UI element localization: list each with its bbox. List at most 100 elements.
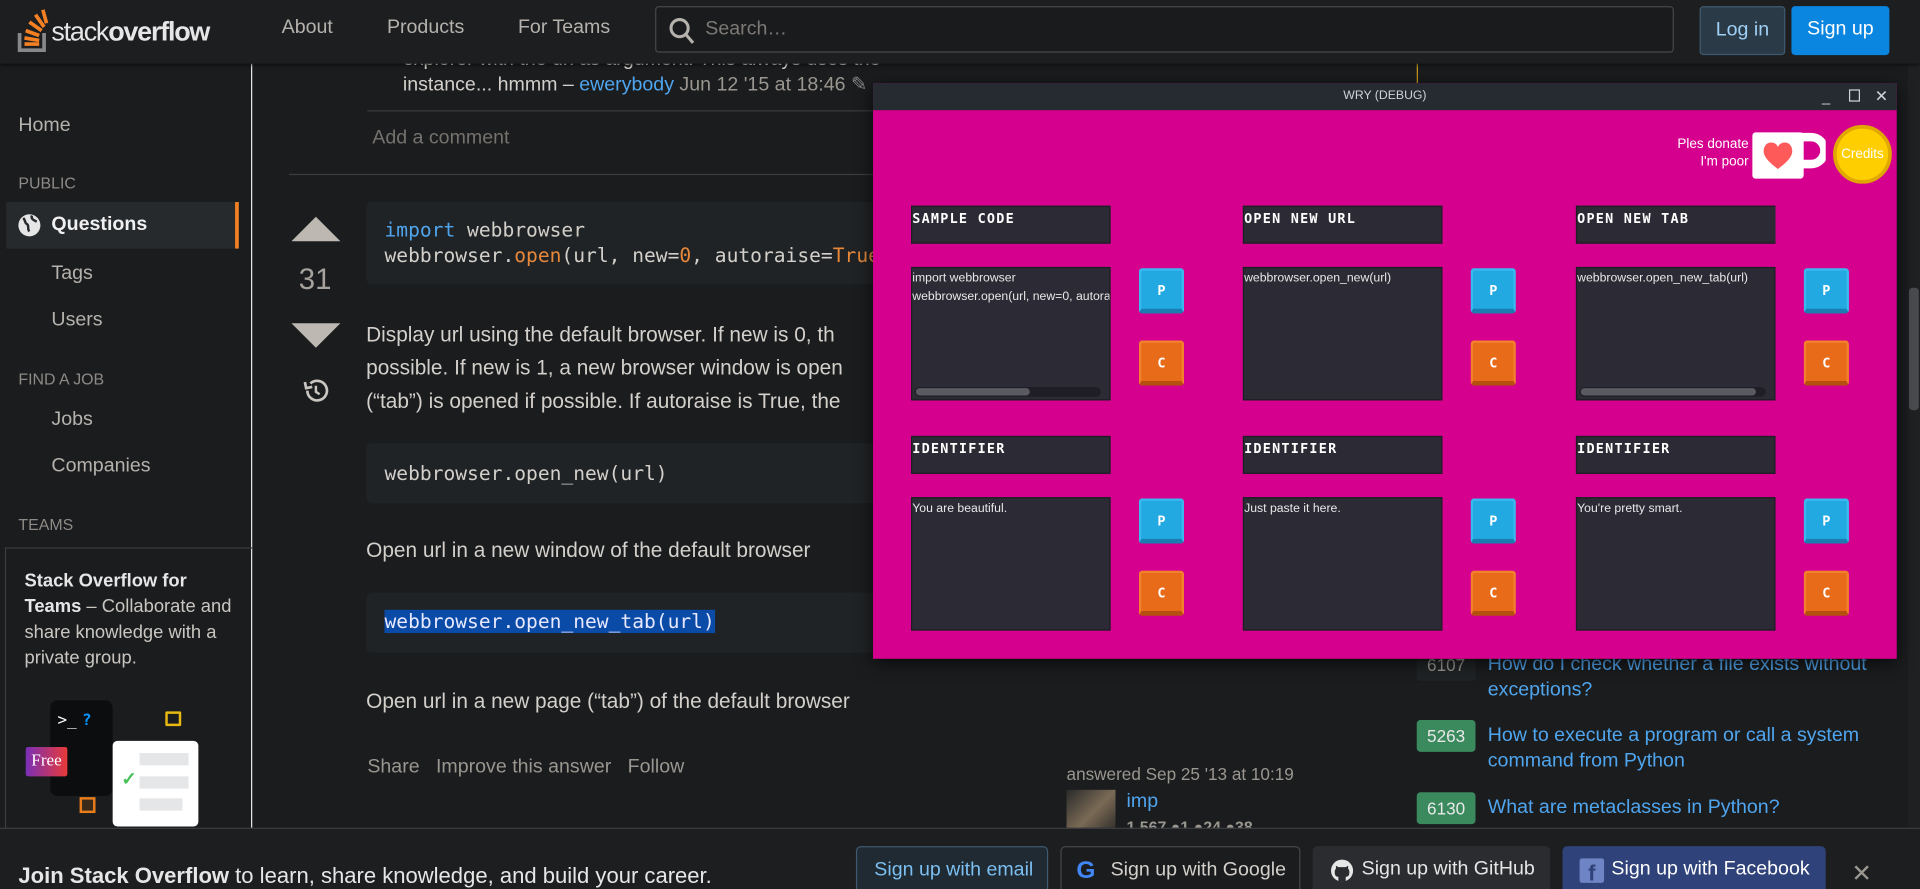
snippet-text: webbrowser.open_new(url)	[1244, 271, 1392, 286]
paragraph-line: (“tab”) is opened if possible. If autora…	[366, 389, 841, 413]
scrollbar-thumb[interactable]	[1908, 287, 1919, 411]
share-link[interactable]: Share	[367, 757, 419, 778]
related-question-link[interactable]: What are metaclasses in Python?	[1488, 795, 1892, 821]
github-icon	[1331, 859, 1354, 882]
scrollbar-thumb[interactable]	[1580, 388, 1756, 396]
logo-text-bold: overflow	[108, 15, 210, 47]
free-badge: Free	[25, 746, 68, 777]
paste-button[interactable]: P	[1470, 268, 1516, 314]
sidebar-item-users[interactable]: Users	[51, 310, 102, 332]
paste-button[interactable]: P	[1803, 268, 1849, 314]
minimize-icon[interactable]: _	[1822, 83, 1830, 110]
snippet-text: You're pretty smart.	[1577, 502, 1683, 516]
chat-bubble-icon	[79, 797, 96, 814]
left-sidebar: Home PUBLIC Questions Tags Users FIND A …	[0, 63, 253, 842]
history-icon[interactable]	[301, 376, 330, 405]
maximize-icon[interactable]	[1848, 89, 1861, 102]
snippet-textarea[interactable]: import webbrowser webbrowser.open(url, n…	[911, 266, 1111, 401]
follow-link[interactable]: Follow	[628, 757, 685, 778]
donate-mug-icon[interactable]	[1752, 132, 1826, 179]
snippet-label-input[interactable]: Open new tab	[1575, 205, 1776, 244]
page-scrollbar[interactable]	[1907, 63, 1920, 828]
sidebar-item-tags[interactable]: Tags	[51, 263, 92, 285]
paste-button[interactable]: P	[1803, 498, 1849, 544]
related-question-link[interactable]: How do I check whether a file exists wit…	[1488, 651, 1892, 702]
signup-google-button[interactable]: G Sign up with Google	[1060, 846, 1301, 889]
comment-author-link[interactable]: ewerybody	[579, 75, 674, 96]
wry-debug-window: WRY (DEBUG) _ ✕ Ples donate I'm poor Cre…	[873, 83, 1897, 659]
signup-email-button[interactable]: Sign up with email	[855, 846, 1049, 889]
nav-about[interactable]: About	[282, 17, 333, 39]
stackoverflow-logo[interactable]: stackoverflow	[17, 6, 237, 55]
donate-text: Ples donate I'm poor	[1657, 136, 1748, 170]
signup-facebook-button[interactable]: f Sign up with Facebook	[1562, 846, 1826, 889]
sidebar-item-home[interactable]: Home	[18, 115, 70, 137]
snippet-textarea[interactable]: You are beautiful.	[911, 497, 1111, 631]
checklist-illustration: ✓	[112, 740, 199, 827]
snippet-textarea[interactable]: You're pretty smart.	[1575, 497, 1776, 631]
related-question-link[interactable]: How to execute a program or call a syste…	[1488, 722, 1892, 773]
search-input[interactable]: Search…	[655, 6, 1674, 53]
code-block: webbrowser.open_new(url)	[366, 443, 881, 504]
snippet-textarea[interactable]: webbrowser.open_new_tab(url)	[1575, 266, 1776, 401]
sidebar-item-companies[interactable]: Companies	[51, 456, 150, 478]
copy-button[interactable]: C	[1138, 570, 1185, 616]
horizontal-scrollbar[interactable]	[914, 386, 1101, 397]
snippet-text: import webbrowser webbrowser.open(url, n…	[912, 271, 1111, 304]
code-number: 0	[679, 243, 692, 267]
facebook-icon: f	[1579, 858, 1605, 885]
copy-button[interactable]: C	[1803, 570, 1849, 616]
snippet-label-input[interactable]: Identifier	[911, 435, 1111, 474]
paste-button[interactable]: P	[1138, 268, 1185, 314]
snippet-text: You are beautiful.	[912, 502, 1008, 516]
sidebar-heading-find-job: FIND A JOB	[18, 369, 105, 389]
terminal-prompt: >_	[57, 711, 77, 730]
banner-close-icon[interactable]: ✕	[1851, 858, 1872, 889]
snippet-label-input[interactable]: Open new url	[1242, 205, 1443, 244]
globe-icon	[18, 214, 41, 237]
edit-pencil-icon[interactable]: ✎	[851, 75, 867, 96]
snippet-label-input[interactable]: Identifier	[1575, 435, 1776, 474]
code-keyword: import	[384, 217, 456, 242]
nav-for-teams[interactable]: For Teams	[518, 17, 610, 39]
downvote-button[interactable]	[291, 323, 341, 348]
signup-button[interactable]: Sign up	[1791, 6, 1890, 56]
comment-text: instance... hmmm –	[402, 74, 580, 96]
related-count: 6130	[1416, 792, 1476, 825]
chat-bubble-icon	[165, 711, 182, 727]
paragraph-line: Display url using the default browser. I…	[366, 323, 835, 347]
teams-promo: Stack Overflow for Teams – Collaborate a…	[4, 547, 253, 842]
snippet-label-input[interactable]: Sample code	[911, 205, 1111, 244]
user-name-link[interactable]: imp	[1127, 791, 1159, 813]
paste-button[interactable]: P	[1138, 498, 1185, 544]
scrollbar-thumb[interactable]	[915, 388, 1030, 396]
snippet-text: webbrowser.open_new_tab(url)	[1577, 271, 1748, 286]
horizontal-scrollbar[interactable]	[1579, 386, 1766, 397]
copy-button[interactable]: C	[1138, 340, 1185, 386]
vote-count: 31	[298, 263, 332, 297]
button-label: Sign up with Google	[1110, 859, 1286, 881]
nav-products[interactable]: Products	[387, 17, 464, 39]
login-button[interactable]: Log in	[1699, 6, 1786, 56]
window-titlebar[interactable]: WRY (DEBUG) _ ✕	[873, 83, 1897, 111]
copy-button[interactable]: C	[1803, 340, 1849, 386]
copy-button[interactable]: C	[1470, 570, 1516, 616]
copy-button[interactable]: C	[1470, 340, 1516, 386]
code-text: webbrowser	[455, 217, 586, 242]
improve-answer-link[interactable]: Improve this answer	[436, 757, 611, 778]
close-icon[interactable]: ✕	[1875, 83, 1888, 110]
paste-button[interactable]: P	[1470, 498, 1516, 544]
snippet-textarea[interactable]: Just paste it here.	[1242, 497, 1443, 631]
sidebar-item-jobs[interactable]: Jobs	[51, 409, 92, 431]
credits-button[interactable]: Credits	[1833, 124, 1892, 184]
add-comment-link[interactable]: Add a comment	[372, 127, 509, 149]
code-block: webbrowser.open_new_tab(url)	[366, 592, 881, 653]
signup-github-button[interactable]: Sign up with GitHub	[1312, 846, 1551, 889]
logo-text: stack	[51, 15, 109, 47]
snippet-label-input[interactable]: Identifier	[1242, 435, 1443, 474]
sidebar-item-questions[interactable]: Questions	[6, 202, 239, 249]
snippet-textarea[interactable]: webbrowser.open_new(url)	[1242, 266, 1443, 401]
snippet-text: Just paste it here.	[1244, 502, 1341, 516]
button-label: Sign up with GitHub	[1361, 858, 1535, 880]
upvote-button[interactable]	[291, 216, 341, 242]
